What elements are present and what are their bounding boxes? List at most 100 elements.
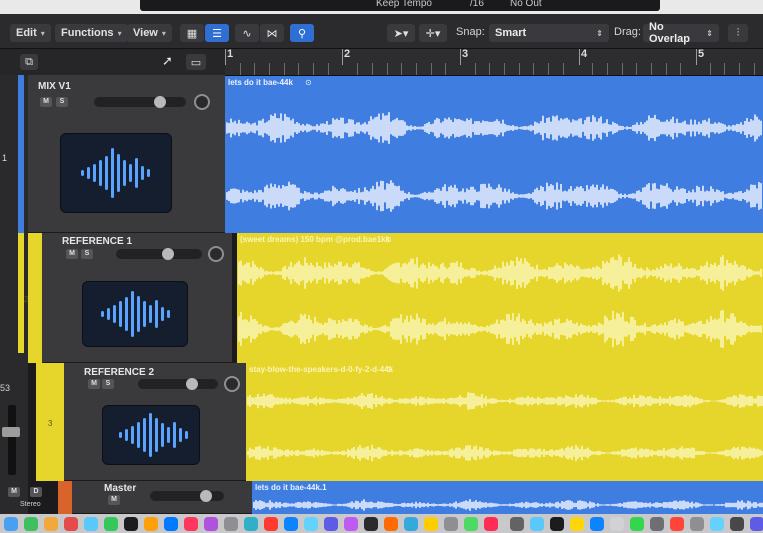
track-header-reference-2[interactable]: REFERENCE 2 M S (64, 363, 246, 481)
app-icon[interactable] (164, 517, 178, 531)
app-icon[interactable] (364, 517, 378, 531)
master-mute-button[interactable]: M (8, 487, 20, 497)
app-icon[interactable] (464, 517, 478, 531)
lcd-output[interactable]: No Out (510, 0, 542, 9)
app-icon[interactable] (244, 517, 258, 531)
volume-fader-track[interactable] (8, 405, 16, 475)
app-icon[interactable] (144, 517, 158, 531)
lcd-tempo-mode[interactable]: Keep Tempo (376, 0, 432, 9)
app-icon[interactable] (104, 517, 118, 531)
app-icon[interactable] (324, 517, 338, 531)
app-icon[interactable] (484, 517, 498, 531)
volume-slider-knob[interactable] (186, 378, 198, 390)
app-icon[interactable] (264, 517, 278, 531)
volume-slider-knob[interactable] (162, 248, 174, 260)
mute-button[interactable]: M (40, 97, 52, 107)
app-icon[interactable] (750, 517, 763, 531)
app-icon[interactable] (444, 517, 458, 531)
track-header-mix-v1[interactable]: MIX V1 M S (28, 75, 225, 233)
pointer-tool-menu[interactable]: ➤▾ (387, 24, 415, 42)
app-icon[interactable] (710, 517, 724, 531)
beat-tick (504, 63, 506, 75)
track-header-reference-1[interactable]: REFERENCE 1 M S (42, 233, 232, 363)
edit-menu[interactable]: Edit ▾ (10, 24, 51, 42)
audio-region[interactable]: lets do it bae-44k.1 (252, 481, 763, 514)
audio-region[interactable]: (sweet dreams) 150 bpm @prod.bae1kk ⊙ (237, 233, 763, 363)
volume-slider[interactable] (116, 248, 202, 260)
catch-button[interactable]: ⚲ (290, 24, 314, 42)
bar-number: 5 (698, 48, 705, 60)
mute-button[interactable]: M (88, 379, 100, 389)
app-icon[interactable] (650, 517, 664, 531)
global-tracks-button[interactable]: ▭ (186, 54, 206, 70)
app-icon[interactable] (204, 517, 218, 531)
pan-knob[interactable] (208, 246, 224, 262)
solo-button[interactable]: S (102, 379, 114, 389)
app-icon[interactable] (84, 517, 98, 531)
snap-select[interactable]: Smart ⇕ (489, 24, 609, 42)
app-icon[interactable] (530, 517, 544, 531)
audio-region[interactable]: stay-blow-the-speakers-d-0-fy-2-d-44k ⊙ (246, 363, 763, 481)
app-icon[interactable] (550, 517, 564, 531)
app-icon[interactable] (124, 517, 138, 531)
solo-button[interactable]: S (81, 249, 93, 259)
app-icon[interactable] (630, 517, 644, 531)
beat-tick (533, 63, 535, 75)
volume-slider-knob[interactable] (154, 96, 166, 108)
track-name[interactable]: Master (104, 483, 136, 494)
volume-slider[interactable] (94, 96, 186, 108)
volume-slider-knob[interactable] (200, 490, 212, 502)
solo-button[interactable]: S (56, 97, 68, 107)
list-view-button[interactable]: ☰ (205, 24, 229, 42)
app-icon[interactable] (184, 517, 198, 531)
waveform-zoom-button[interactable]: ⫶ (728, 24, 748, 42)
lcd-division[interactable]: /16 (470, 0, 484, 9)
lcd-display-strip: Keep Tempo /16 No Out (0, 0, 763, 14)
pan-knob[interactable] (194, 94, 210, 110)
volume-slider[interactable] (138, 378, 218, 390)
master-dim-button[interactable]: D (30, 487, 42, 497)
mute-button[interactable]: M (108, 495, 120, 505)
app-icon[interactable] (224, 517, 238, 531)
volume-fader-knob[interactable] (2, 427, 20, 437)
grid-view-button[interactable]: ▦ (180, 24, 204, 42)
beat-tick (548, 63, 550, 75)
mute-button[interactable]: M (66, 249, 78, 259)
app-icon[interactable] (44, 517, 58, 531)
app-icon[interactable] (384, 517, 398, 531)
drag-select[interactable]: No Overlap ⇕ (643, 21, 719, 45)
audio-region[interactable]: lets do it bae-44k ⊙ (225, 76, 763, 233)
cursor-pointer-icon: ➚ (162, 53, 173, 68)
app-icon[interactable] (670, 517, 684, 531)
track-name[interactable]: MIX V1 (38, 81, 71, 92)
secondary-tool-menu[interactable]: ✛▾ (419, 24, 447, 42)
app-icon[interactable] (4, 517, 18, 531)
app-icon[interactable] (690, 517, 704, 531)
track-header-master[interactable]: Master M (72, 481, 252, 514)
flex-button[interactable]: ⋈ (260, 24, 284, 42)
app-icon[interactable] (284, 517, 298, 531)
track-number: 2 (24, 295, 29, 304)
app-icon[interactable] (510, 517, 524, 531)
app-icon[interactable] (404, 517, 418, 531)
volume-slider[interactable] (150, 490, 224, 502)
bar-number: 4 (581, 48, 588, 60)
app-icon[interactable] (304, 517, 318, 531)
duplicate-track-button[interactable]: ⧉ (20, 54, 38, 70)
app-icon[interactable] (590, 517, 604, 531)
app-icon[interactable] (610, 517, 624, 531)
edit-menu-label: Edit (16, 27, 37, 39)
functions-menu[interactable]: Functions ▾ (55, 24, 128, 42)
pan-knob[interactable] (224, 376, 240, 392)
app-icon[interactable] (730, 517, 744, 531)
track-name[interactable]: REFERENCE 1 (62, 236, 132, 247)
track-name[interactable]: REFERENCE 2 (84, 367, 154, 378)
app-icon[interactable] (344, 517, 358, 531)
app-icon[interactable] (424, 517, 438, 531)
automation-button[interactable]: ∿ (235, 24, 259, 42)
view-menu[interactable]: View ▾ (127, 24, 172, 42)
app-icon[interactable] (64, 517, 78, 531)
timeline-ruler[interactable]: 1 2 3 4 5 (225, 48, 763, 76)
app-icon[interactable] (24, 517, 38, 531)
app-icon[interactable] (570, 517, 584, 531)
